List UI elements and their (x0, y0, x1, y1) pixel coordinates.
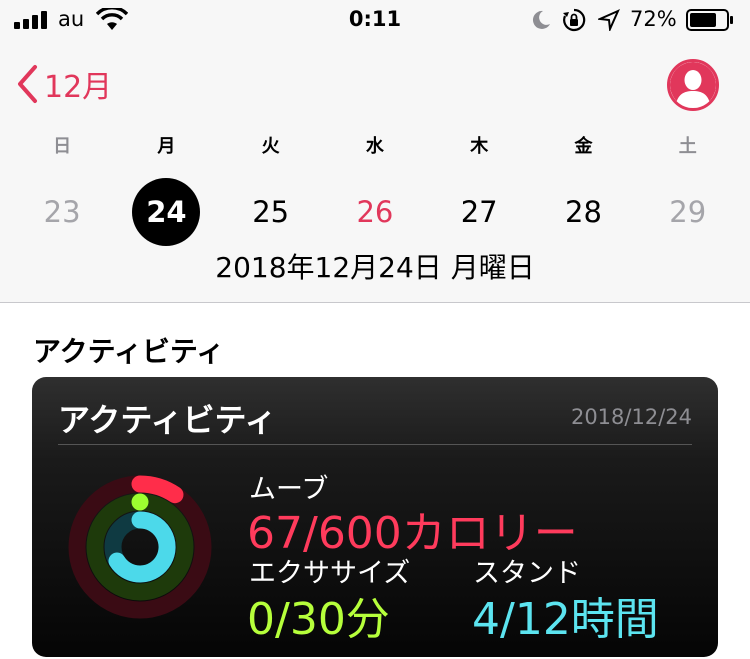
weekday-thursday: 木 (470, 136, 489, 157)
date-number: 27 (460, 195, 498, 229)
date-cell[interactable]: 28 (531, 178, 635, 246)
activity-card[interactable]: アクティビティ 2018/12/24 ムーブ 67/600カロリー エクササイズ… (32, 377, 718, 657)
date-number: 25 (252, 195, 290, 229)
back-button-label: 12月 (44, 70, 113, 105)
calendar-header: 12月 日 月 火 水 木 金 土 23 24 25 26 27 28 29 2… (0, 40, 750, 303)
rotation-lock-icon (563, 8, 586, 32)
profile-button[interactable] (667, 59, 719, 111)
moon-icon (532, 10, 550, 29)
date-number: 24 (132, 178, 201, 246)
date-number: 26 (356, 195, 394, 229)
date-cell-today[interactable]: 26 (323, 178, 427, 246)
weekday-sunday: 日 (53, 136, 72, 157)
stand-value: 4/12時間 (472, 594, 659, 645)
location-arrow-icon (598, 9, 620, 31)
card-title: アクティビティ (58, 401, 277, 439)
weekday-wednesday: 水 (365, 136, 384, 157)
section-title: アクティビティ (33, 335, 225, 368)
date-number: 28 (565, 195, 602, 229)
weekday-row: 日 月 火 水 木 金 土 (10, 132, 740, 158)
weekday-monday: 月 (157, 136, 176, 157)
card-divider (58, 444, 692, 445)
weekday-friday: 金 (574, 136, 593, 157)
date-cell[interactable]: 23 (10, 178, 114, 246)
person-icon (670, 62, 716, 108)
battery-icon (686, 9, 733, 31)
date-number: 23 (43, 195, 81, 229)
date-number: 29 (669, 195, 707, 229)
selected-full-date: 2018年12月24日 月曜日 (215, 251, 535, 284)
card-date: 2018/12/24 (570, 405, 692, 429)
back-button[interactable]: 12月 (16, 62, 112, 106)
weekday-tuesday: 火 (261, 136, 280, 157)
date-cell-selected[interactable]: 24 (114, 178, 218, 246)
activity-rings-icon (68, 475, 212, 619)
weekday-saturday: 土 (678, 136, 697, 157)
date-cell[interactable]: 25 (219, 178, 323, 246)
battery-percent: 72% (630, 7, 677, 31)
status-bar: au 0:11 72% (0, 0, 750, 40)
date-cell[interactable]: 29 (636, 178, 740, 246)
date-row: 23 24 25 26 27 28 29 (10, 178, 740, 246)
date-cell[interactable]: 27 (427, 178, 531, 246)
chevron-left-icon (18, 65, 37, 103)
exercise-value: 0/30分 (247, 594, 390, 645)
